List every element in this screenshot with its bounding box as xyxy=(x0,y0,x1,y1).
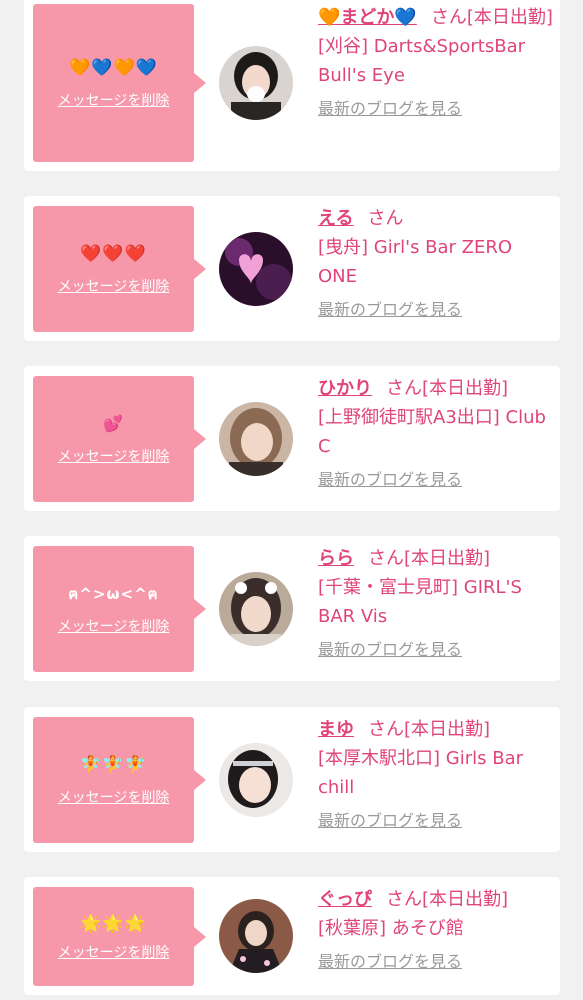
girl-name-link[interactable]: える xyxy=(318,208,353,229)
avatar-photo xyxy=(219,572,293,646)
entry-info: ひかり さん[本日出勤] [上野御徒町駅A3出口] Club C 最新のブログを見… xyxy=(318,374,554,494)
avatar-photo xyxy=(219,402,293,476)
honorific: さん xyxy=(367,208,404,229)
delete-message-link[interactable]: メッセージを削除 xyxy=(58,616,170,636)
avatar-photo xyxy=(219,232,293,306)
girl-name-link[interactable]: まゆ xyxy=(318,719,354,740)
latest-blog-link[interactable]: 最新のブログを見る xyxy=(318,806,462,835)
delete-message-link[interactable]: メッセージを削除 xyxy=(58,276,170,296)
shop-name: [刈谷] Darts&SportsBar Bull's Eye xyxy=(318,36,526,86)
latest-blog-link[interactable]: 最新のブログを見る xyxy=(318,947,462,976)
latest-blog-link[interactable]: 最新のブログを見る xyxy=(318,635,462,664)
shop-name: [千葉・富士見町] GIRL'S BAR Vis xyxy=(318,577,522,627)
girl-name-link[interactable]: ひかり xyxy=(318,378,372,399)
status-text: [本日出勤] xyxy=(422,889,509,910)
avatar-photo xyxy=(219,743,293,817)
avatar-photo xyxy=(219,46,293,120)
message-text: ฅ^>ω<^ฅ xyxy=(68,585,159,603)
latest-blog-link[interactable]: 最新のブログを見る xyxy=(318,295,462,324)
message-card: ฅ^>ω<^ฅ メッセージを削除 らら さん[本日出勤] [千葉・富士見町] GI… xyxy=(24,536,560,681)
girl-name-link[interactable]: 🧡まどか💙 xyxy=(318,7,417,28)
honorific: さん xyxy=(430,7,467,28)
message-text: ❤️❤️❤️ xyxy=(80,244,147,264)
honorific: さん xyxy=(368,719,404,740)
status-text: [本日出勤] xyxy=(404,548,491,569)
message-bubble: 🧚🧚🧚 メッセージを削除 xyxy=(33,717,194,843)
message-bubble: 🧡💙🧡💙 メッセージを削除 xyxy=(33,4,194,162)
delete-message-link[interactable]: メッセージを削除 xyxy=(58,787,170,807)
entry-info: ぐっぴ さん[本日出勤] [秋葉原] あそび館 最新のブログを見る xyxy=(318,885,554,976)
message-bubble: ❤️❤️❤️ メッセージを削除 xyxy=(33,206,194,332)
message-bubble: 💕 メッセージを削除 xyxy=(33,376,194,502)
avatar[interactable] xyxy=(219,232,293,306)
entry-info: 🧡まどか💙 さん[本日出勤] [刈谷] Darts&SportsBar Bull'… xyxy=(318,3,554,123)
shop-name: [本厚木駅北口] Girls Bar chill xyxy=(318,748,523,798)
message-text: 🧚🧚🧚 xyxy=(80,755,147,775)
message-text: 🧡💙🧡💙 xyxy=(69,58,158,78)
message-bubble: ฅ^>ω<^ฅ メッセージを削除 xyxy=(33,546,194,672)
shop-name: [上野御徒町駅A3出口] Club C xyxy=(318,407,546,457)
avatar-photo xyxy=(219,899,293,973)
avatar[interactable] xyxy=(219,402,293,476)
latest-blog-link[interactable]: 最新のブログを見る xyxy=(318,94,462,123)
shop-name: [秋葉原] あそび館 xyxy=(318,918,464,939)
avatar[interactable] xyxy=(219,572,293,646)
girl-name-link[interactable]: らら xyxy=(318,548,354,569)
status-text: [本日出勤] xyxy=(422,378,509,399)
honorific: さん xyxy=(368,548,404,569)
status-text: [本日出勤] xyxy=(404,719,491,740)
avatar[interactable] xyxy=(219,899,293,973)
message-card: 💕 メッセージを削除 ひかり さん[本日出勤] [上野御徒町駅A3出口] Club… xyxy=(24,366,560,511)
girl-name-link[interactable]: ぐっぴ xyxy=(318,889,372,910)
shop-name: [曳舟] Girl's Bar ZERO ONE xyxy=(318,237,513,287)
delete-message-link[interactable]: メッセージを削除 xyxy=(58,90,170,110)
message-card: 🌟🌟🌟 メッセージを削除 ぐっぴ さん[本日出勤] [秋葉原] あそび館 最新のブ… xyxy=(24,877,560,995)
entry-info: える さん [曳舟] Girl's Bar ZERO ONE 最新のブログを見る xyxy=(318,204,554,324)
message-text: 💕 xyxy=(103,414,124,433)
latest-blog-link[interactable]: 最新のブログを見る xyxy=(318,465,462,494)
entry-info: らら さん[本日出勤] [千葉・富士見町] GIRL'S BAR Vis 最新のブ… xyxy=(318,544,554,664)
delete-message-link[interactable]: メッセージを削除 xyxy=(58,446,170,466)
status-text: [本日出勤] xyxy=(466,7,553,28)
message-card: ❤️❤️❤️ メッセージを削除 える さん [曳舟] Girl's Bar ZER… xyxy=(24,196,560,341)
message-text: 🌟🌟🌟 xyxy=(80,913,147,934)
message-bubble: 🌟🌟🌟 メッセージを削除 xyxy=(33,887,194,986)
message-card: 🧡💙🧡💙 メッセージを削除 🧡まどか💙 さん[本日出勤] [刈谷] Darts&S… xyxy=(24,0,560,171)
delete-message-link[interactable]: メッセージを削除 xyxy=(58,942,170,962)
entry-info: まゆ さん[本日出勤] [本厚木駅北口] Girls Bar chill 最新のブ… xyxy=(318,715,554,835)
avatar[interactable] xyxy=(219,743,293,817)
honorific: さん xyxy=(386,378,422,399)
message-card: 🧚🧚🧚 メッセージを削除 まゆ さん[本日出勤] [本厚木駅北口] Girls B… xyxy=(24,707,560,852)
honorific: さん xyxy=(386,889,422,910)
avatar[interactable] xyxy=(219,46,293,120)
